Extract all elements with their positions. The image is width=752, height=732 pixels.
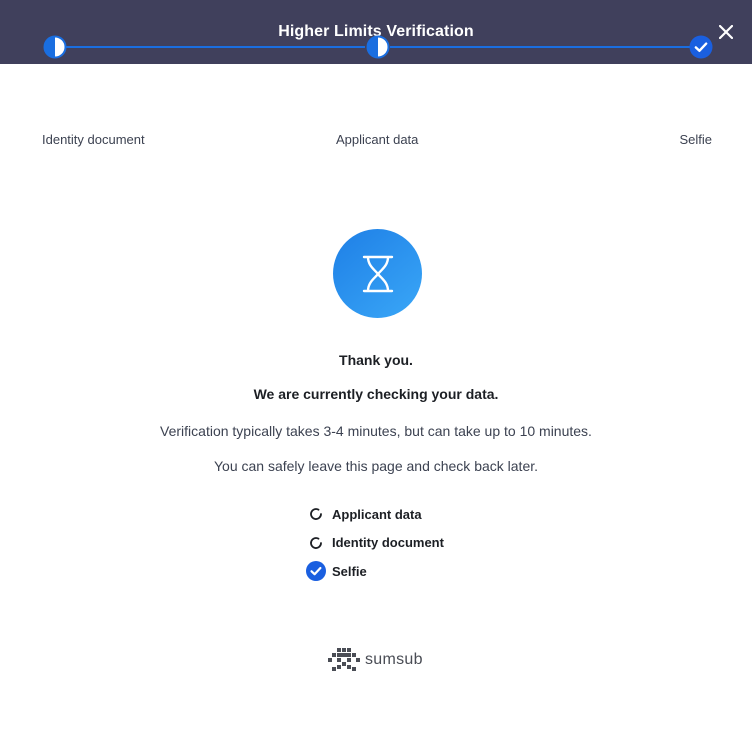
loading-spinner-icon (306, 533, 326, 553)
verification-modal: Higher Limits Verification Identity docu… (0, 0, 752, 732)
status-badge (333, 229, 422, 318)
checklist-label: Identity document (332, 535, 444, 550)
check-circle-icon (689, 35, 713, 59)
thank-you-heading: Thank you. (339, 352, 413, 368)
loading-spinner-icon (306, 504, 326, 524)
step-label-selfie: Selfie (679, 132, 712, 147)
list-item: Selfie (306, 557, 444, 585)
sumsub-logo-icon (328, 648, 360, 671)
stepper-connector (55, 46, 365, 48)
list-item: Identity document (306, 529, 444, 557)
step-label-identity-document: Identity document (42, 132, 145, 147)
duration-text: Verification typically takes 3-4 minutes… (160, 423, 592, 439)
list-item: Applicant data (306, 500, 444, 528)
checking-heading: We are currently checking your data. (253, 386, 499, 402)
check-circle-icon (306, 561, 326, 581)
checklist-label: Selfie (332, 563, 367, 579)
close-button[interactable] (712, 18, 740, 46)
half-circle-icon (366, 35, 390, 59)
brand-name: sumsub (365, 651, 423, 668)
half-circle-icon (43, 35, 67, 59)
verification-checklist: Applicant data Identity document Selfie (306, 500, 444, 586)
step-label-applicant-data: Applicant data (336, 132, 419, 147)
stepper-connector (390, 46, 690, 48)
checklist-label: Applicant data (332, 506, 422, 522)
hourglass-icon (362, 255, 393, 292)
close-icon (719, 25, 733, 39)
leave-page-text: You can safely leave this page and check… (213, 458, 539, 474)
brand-logo: sumsub (328, 648, 423, 672)
